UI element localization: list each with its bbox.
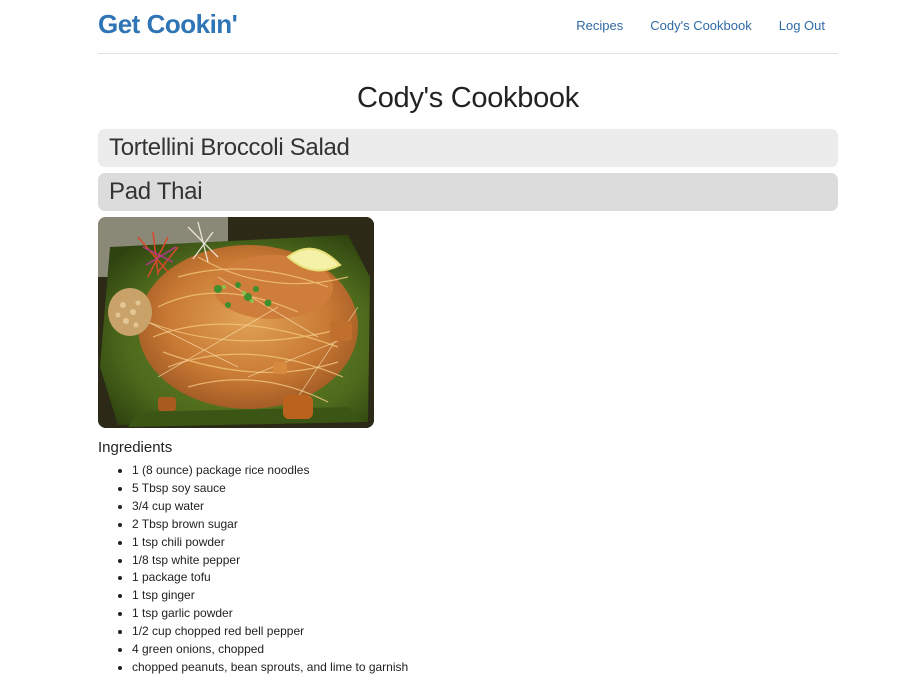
- nav-recipes-link[interactable]: Recipes: [576, 18, 623, 33]
- ingredient-item: 1/2 cup chopped red bell pepper: [132, 623, 838, 641]
- ingredient-item: 1 package tofu: [132, 569, 838, 587]
- ingredients-heading: Ingredients: [98, 439, 173, 456]
- recipe-panel-pad-thai[interactable]: Pad Thai: [98, 173, 838, 211]
- brand-logo-link[interactable]: Get Cookin': [98, 9, 238, 40]
- ingredient-item: chopped peanuts, bean sprouts, and lime …: [132, 659, 838, 677]
- ingredient-item: 1 tsp ginger: [132, 587, 838, 605]
- ingredient-item: 4 green onions, chopped: [132, 641, 838, 659]
- ingredient-item: 2 Tbsp brown sugar: [132, 516, 838, 534]
- pad-thai-photo: [98, 217, 374, 428]
- ingredient-item: 1 tsp chili powder: [132, 534, 838, 552]
- nav-links: Recipes Cody's Cookbook Log Out: [576, 18, 838, 33]
- ingredient-item: 1 tsp garlic powder: [132, 605, 838, 623]
- navbar: Get Cookin' Recipes Cody's Cookbook Log …: [98, 0, 838, 54]
- nav-logout-link[interactable]: Log Out: [779, 18, 825, 33]
- ingredient-item: 1/8 tsp white pepper: [132, 552, 838, 570]
- recipe-panel-tortellini-broccoli-salad[interactable]: Tortellini Broccoli Salad: [98, 129, 838, 167]
- ingredient-item: 3/4 cup water: [132, 498, 838, 516]
- nav-cookbook-link[interactable]: Cody's Cookbook: [650, 18, 751, 33]
- ingredient-item: 1 (8 ounce) package rice noodles: [132, 462, 838, 480]
- page-title: Cody's Cookbook: [357, 82, 579, 114]
- ingredient-item: 5 Tbsp soy sauce: [132, 480, 838, 498]
- page-container: Get Cookin' Recipes Cody's Cookbook Log …: [98, 0, 838, 677]
- ingredients-list: 1 (8 ounce) package rice noodles 5 Tbsp …: [98, 462, 838, 677]
